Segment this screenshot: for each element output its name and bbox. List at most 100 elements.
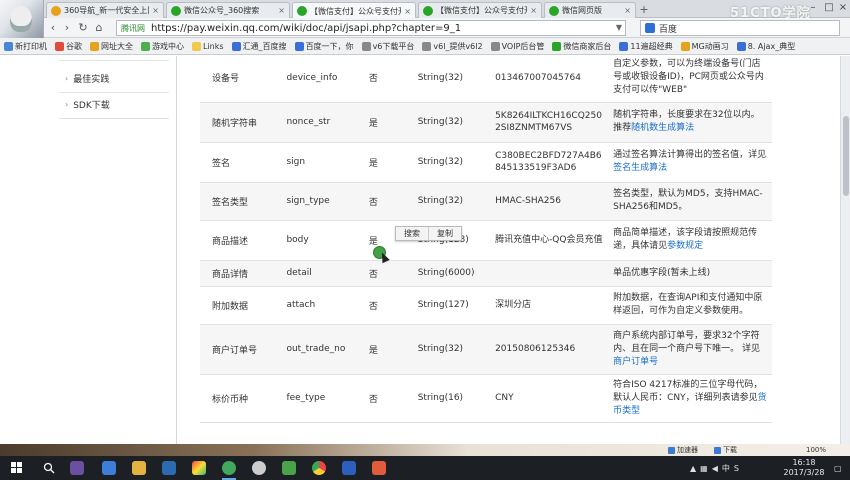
sogou-tray-icon[interactable]: S [734,464,739,473]
sidebar-item-best-practice[interactable]: › 最佳实践 [65,68,109,88]
required-cell: 是 [364,324,414,375]
doc-link[interactable]: 商户订单号 [613,357,658,367]
close-icon[interactable]: × [152,6,159,15]
paint-app[interactable] [190,459,208,477]
bookmark-label: 网址大全 [101,41,133,51]
browser-app[interactable] [220,459,238,480]
field-name-cell: fee_type [282,374,365,423]
bookmark-item[interactable]: v6下载平台 [361,41,414,52]
bookmark-item[interactable]: v6l_提供v6l2 [422,41,483,52]
scrollbar-thumb[interactable] [843,116,849,196]
bookmark-label: 百度一下，你 [305,41,354,51]
bookmark-item[interactable]: 11遍超经典 [619,41,673,52]
bookmark-icon [192,41,201,51]
description-text: 通过签名算法计算得出的签名值，详见 [613,150,767,160]
description-text: 符合ISO 4217标准的三位字母代码，默认人民币：CNY，详细列表请参见 [613,379,763,403]
sidebar-item-sdk-download[interactable]: › SDK下载 [65,94,110,114]
zoom-label: 100% [806,446,827,454]
store-icon [102,461,116,475]
tab-1[interactable]: 360导航_新一代安全上网导 × [46,2,164,18]
new-tab-button[interactable]: + [638,4,650,16]
required-cell: 否 [364,286,414,325]
tool-app[interactable] [280,459,298,477]
store-app[interactable] [100,459,118,477]
bookmark-item[interactable]: Links [192,41,224,51]
address-toolbar: ‹ › ↻ ⌂ 腾讯网 https://pay.weixin.qq.com/wi… [0,18,850,38]
folder-app[interactable] [130,459,148,477]
speed-icon [668,446,675,454]
close-icon[interactable]: × [624,6,631,15]
scrollbar[interactable] [840,56,850,444]
zoom-level[interactable]: 100% [806,444,826,456]
start-button[interactable] [8,459,26,477]
close-icon[interactable]: × [530,6,537,15]
close-icon[interactable]: × [278,6,285,15]
url-text[interactable]: https://pay.weixin.qq.com/wiki/doc/api/j… [151,23,461,34]
field-name-cell: sign [282,142,365,183]
param-name-cell: 设备号 [200,56,283,103]
address-bar[interactable]: 腾讯网 https://pay.weixin.qq.com/wiki/doc/a… [116,20,626,36]
bookmark-item[interactable]: 汇通_百度搜 [231,41,287,52]
field-name-cell: attach [282,286,365,325]
tab-4[interactable]: 【微信支付】公众号支付开 × [418,2,542,18]
maximize-button[interactable]: □ [822,1,836,15]
type-cell: String(32) [413,56,492,103]
system-tray: ▲ ▦ ◀ 中 S [690,461,739,475]
user-avatar[interactable] [0,0,44,38]
web-app[interactable] [370,459,388,477]
search-box[interactable]: 百度 [640,20,840,36]
bookmark-item[interactable]: 微信商家后台 [552,41,611,52]
tray-arrow-icon[interactable]: ▲ [690,464,696,473]
notification-icon[interactable]: ▢ [834,461,842,475]
example-cell: 5K8264ILTKCH16CQ2502SI8ZNMTM67VS [491,102,610,143]
bookmark-item[interactable]: 百度一下，你 [294,41,354,52]
divider [59,60,169,61]
param-name-cell: 随机字符串 [200,102,283,143]
back-button[interactable]: ‹ [46,21,60,35]
home-icon[interactable]: ⌂ [92,21,106,35]
bookmark-item[interactable]: 谷歌 [55,41,82,52]
doc-link[interactable]: 参数规定 [667,241,703,251]
tab-5[interactable]: 微信网页版 × [544,2,636,18]
clock[interactable]: 16:18 2017/3/28 [780,458,828,478]
close-icon[interactable]: × [404,7,411,16]
param-name-cell: 签名 [200,142,283,183]
bookmark-item[interactable]: 8. Ajax_典型 [736,41,796,52]
search-button[interactable]: 搜索 [396,227,428,240]
tab-3-active[interactable]: 【微信支付】公众号支付开 × [292,2,416,19]
doc-link[interactable]: 签名生成算法 [613,163,667,173]
minimize-button[interactable]: – [806,1,820,15]
bookmark-label: v6l_提供v6l2 [433,41,483,51]
video-app[interactable] [160,459,178,477]
example-cell: HMAC-SHA256 [491,182,610,221]
devtool-app[interactable] [340,459,358,477]
chrome-app[interactable] [310,459,328,477]
bookmark-item[interactable]: VOIP后台管 [490,41,544,52]
bookmark-item[interactable]: 新打印机 [4,41,47,52]
volume-icon[interactable]: ◀ [712,464,718,473]
forward-button[interactable]: › [60,21,74,35]
doc-link[interactable]: 随机数生成算法 [631,123,694,133]
bookmark-icon [736,41,746,51]
download-button[interactable]: 下载 [714,444,737,456]
dropdown-arrow-icon[interactable]: ▼ [616,23,622,32]
bookmark-label: MG动画习 [691,41,729,51]
ime-tray-icon[interactable]: 中 [722,463,730,474]
refresh-icon[interactable]: ↻ [76,21,90,35]
accelerator-button[interactable]: 加速器 [668,444,698,456]
description-text: 签名类型，默认为MD5，支持HMAC-SHA256和MD5。 [613,189,763,212]
media-player-app[interactable] [68,459,86,477]
weixin-app[interactable] [250,459,268,477]
bookmark-icon [4,41,13,51]
network-icon[interactable]: ▦ [700,464,708,473]
copy-button[interactable]: 复制 [428,227,461,240]
close-window-button[interactable]: × [836,1,850,15]
bookmark-label: 8. Ajax_典型 [747,41,796,51]
tab-2[interactable]: 微信公众号_360搜索 × [166,2,290,18]
bookmark-item[interactable]: 游戏中心 [141,41,184,52]
bookmark-item[interactable]: MG动画习 [680,41,729,52]
bookmark-item[interactable]: 网址大全 [90,41,133,52]
search-taskbar-button[interactable] [40,459,58,477]
sidebar-item-label: SDK下载 [73,100,110,111]
bookmark-label: 谷歌 [66,41,82,51]
